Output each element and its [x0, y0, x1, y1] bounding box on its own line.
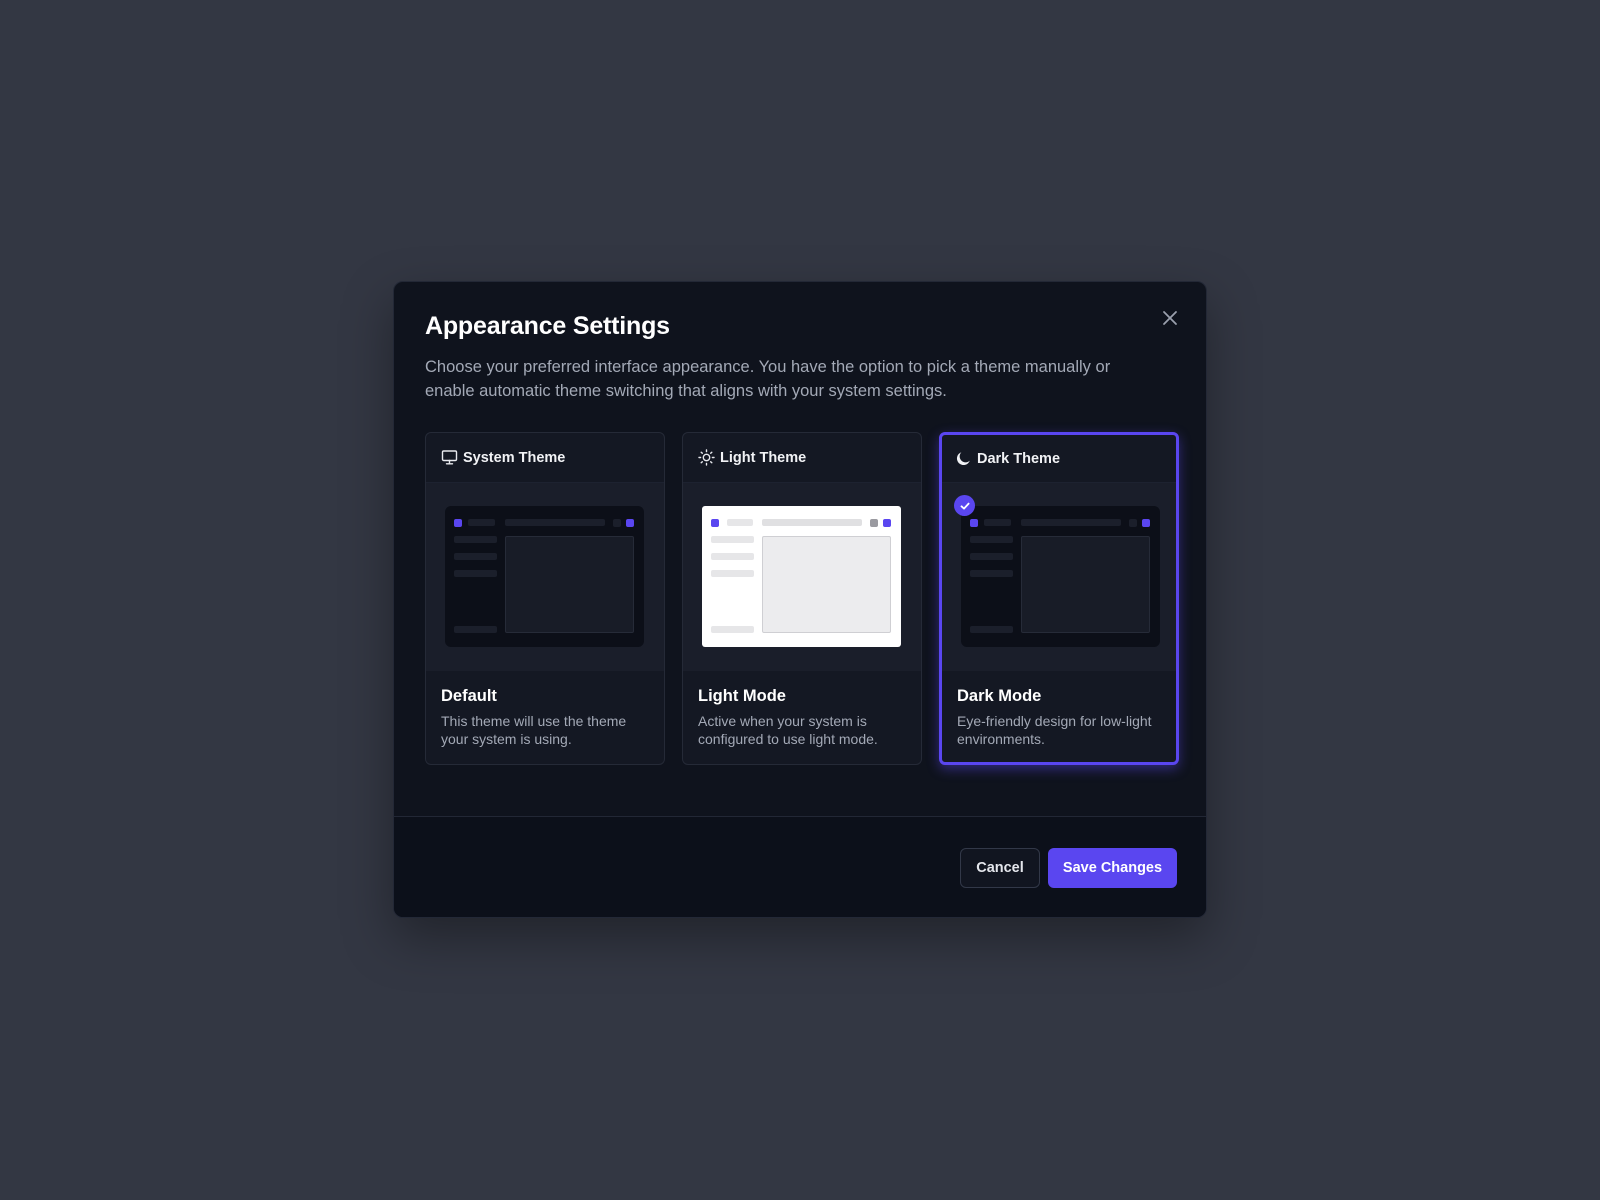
theme-option-description: Eye-friendly design for low-light enviro…	[957, 713, 1152, 747]
theme-preview	[426, 483, 664, 671]
dialog-description: Choose your preferred interface appearan…	[425, 358, 1111, 400]
theme-options: System Theme Default This theme will use…	[425, 432, 1179, 765]
theme-option-title: Dark Mode	[957, 687, 1042, 705]
theme-option-system[interactable]: System Theme Default This theme will use…	[425, 432, 665, 765]
dialog-footer: Cancel Save Changes	[394, 817, 1206, 917]
sun-icon	[698, 449, 715, 466]
theme-preview	[683, 483, 921, 671]
theme-option-description: Active when your system is configured to…	[698, 713, 878, 747]
theme-option-header: System Theme	[426, 433, 664, 483]
dark-preview-mockup	[445, 506, 644, 647]
moon-icon	[956, 452, 970, 466]
appearance-settings-dialog: Appearance Settings Choose your preferre…	[393, 281, 1207, 918]
theme-option-header-label: Dark Theme	[977, 450, 1061, 467]
theme-option-title: Default	[441, 687, 497, 705]
close-icon	[1163, 311, 1177, 325]
theme-option-light[interactable]: Light Theme Light Mode Active when your …	[682, 432, 922, 765]
theme-option-header: Light Theme	[683, 433, 921, 483]
theme-option-header: Dark Theme	[942, 435, 1176, 483]
theme-option-title: Light Mode	[698, 687, 786, 705]
dialog-title: Appearance Settings	[425, 312, 670, 340]
cancel-button[interactable]: Cancel	[960, 848, 1040, 888]
close-button[interactable]	[1160, 308, 1180, 328]
dark-preview-mockup	[961, 506, 1160, 647]
theme-option-description: This theme will use the theme your syste…	[441, 713, 627, 747]
theme-option-header-label: System Theme	[463, 449, 566, 466]
monitor-icon	[441, 450, 458, 465]
light-preview-mockup	[702, 506, 901, 647]
save-changes-button[interactable]: Save Changes	[1048, 848, 1177, 888]
check-icon	[960, 502, 969, 509]
theme-option-header-label: Light Theme	[720, 449, 807, 466]
theme-option-dark[interactable]: Dark Theme Dark Mode Eye-friendly design…	[939, 432, 1179, 765]
theme-preview	[942, 483, 1176, 671]
selected-check-badge	[954, 495, 975, 516]
